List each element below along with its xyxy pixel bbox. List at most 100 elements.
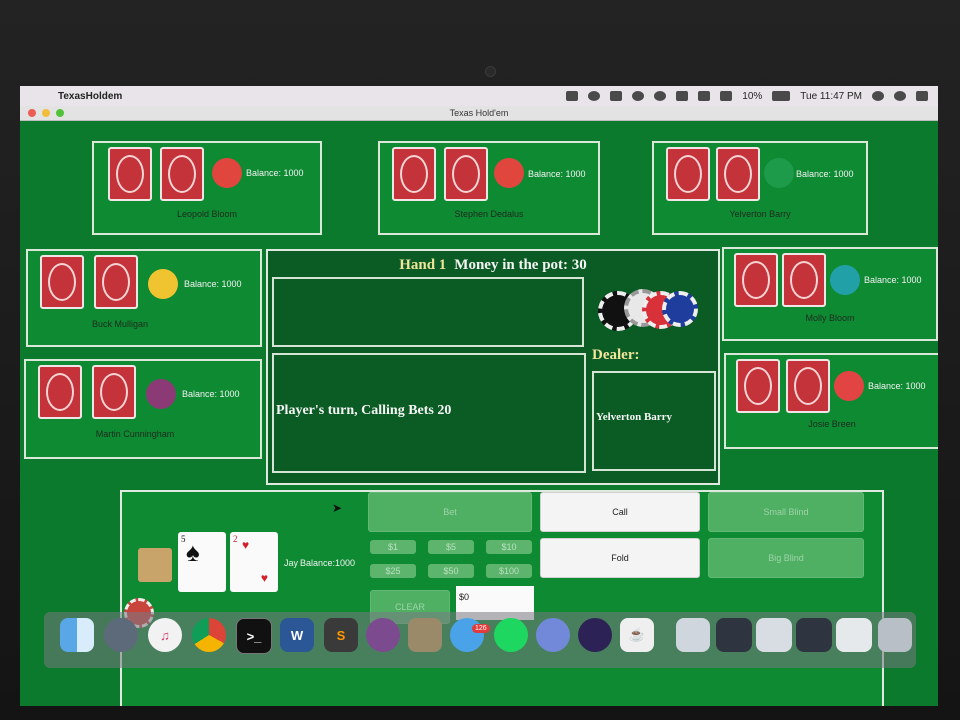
- close-window-button[interactable]: [28, 109, 36, 117]
- pot-amount: Money in the pot: 30: [454, 257, 587, 273]
- launchpad-icon[interactable]: [104, 618, 138, 652]
- face-down-card: [160, 147, 204, 201]
- face-down-card: [94, 255, 138, 309]
- balance-label: Balance: 1000: [184, 279, 242, 289]
- center-info-panel: Hand 1 Money in the pot: 30 Player's turn…: [266, 249, 720, 485]
- man-avatar-icon: [146, 379, 176, 409]
- fold-button[interactable]: Fold: [540, 538, 700, 578]
- messages-badge: 126: [472, 624, 490, 633]
- player-avatar: [138, 548, 172, 582]
- opponent-seat-1: Balance: 1000 Leopold Bloom: [92, 141, 322, 235]
- woman-avatar-icon: [830, 265, 860, 295]
- battery-percent[interactable]: 10%: [742, 91, 762, 102]
- notification-center-icon[interactable]: [916, 91, 928, 101]
- opponent-seat-5: Balance: 1000 Molly Bloom: [722, 247, 938, 341]
- face-down-card: [40, 255, 84, 309]
- spotify-icon[interactable]: [494, 618, 528, 652]
- status-icons: 10% Tue 11:47 PM: [566, 91, 928, 102]
- zoom-window-button[interactable]: [56, 109, 64, 117]
- face-down-card: [786, 359, 830, 413]
- call-button[interactable]: Call: [540, 492, 700, 532]
- heart-icon: ♥: [242, 538, 250, 552]
- user-icon[interactable]: [894, 91, 906, 101]
- balance-label: Balance: 1000: [528, 169, 586, 179]
- small-blind-button[interactable]: Small Blind: [708, 492, 864, 532]
- bluetooth-icon[interactable]: [676, 91, 689, 101]
- player-panel: 5 ♠ 2 ♥ ♥ Jay Balance:1000 Bet Call Smal…: [120, 490, 884, 706]
- chip-100-button[interactable]: $100: [486, 564, 532, 578]
- face-down-card: [716, 147, 760, 201]
- player-name: Molly Bloom: [805, 313, 855, 323]
- clock[interactable]: Tue 11:47 PM: [800, 91, 862, 102]
- history-icon[interactable]: [632, 91, 645, 101]
- window-thumb-icon[interactable]: [716, 618, 752, 652]
- finder-icon[interactable]: [60, 618, 94, 652]
- player-name: Yelverton Barry: [729, 209, 791, 219]
- face-down-card: [666, 147, 710, 201]
- player-name: Stephen Dedalus: [454, 209, 524, 219]
- window-title: Texas Hold'em: [449, 108, 509, 118]
- player-name: Jay: [284, 558, 299, 568]
- app-menu-name[interactable]: TexasHoldem: [58, 91, 122, 102]
- chip-1-button[interactable]: $1: [370, 540, 416, 554]
- eclipse-icon[interactable]: [578, 618, 612, 652]
- window-thumb-icon[interactable]: [836, 618, 872, 652]
- archive-icon[interactable]: [676, 618, 710, 652]
- player-name: Martin Cunningham: [95, 429, 175, 439]
- chip-5-button[interactable]: $5: [428, 540, 474, 554]
- opponent-seat-6: Balance: 1000 Martin Cunningham: [24, 359, 262, 459]
- balance-label: Balance: 1000: [796, 169, 854, 179]
- opponent-seat-4: Balance: 1000 Buck Mulligan: [26, 249, 262, 347]
- face-down-card: [444, 147, 488, 201]
- spotlight-icon[interactable]: [872, 91, 884, 101]
- face-down-card: [392, 147, 436, 201]
- itunes-icon[interactable]: ♫: [148, 618, 182, 652]
- app-status-icon[interactable]: [610, 91, 623, 101]
- player-card-1: 5 ♠: [178, 532, 226, 592]
- player-name: Josie Breen: [808, 419, 856, 429]
- face-down-card: [736, 359, 780, 413]
- keychain-icon[interactable]: [408, 618, 442, 652]
- balance-label: Balance: 1000: [868, 381, 926, 391]
- github-icon[interactable]: [366, 618, 400, 652]
- captain-avatar-icon: [834, 371, 864, 401]
- window-titlebar: Texas Hold'em: [20, 106, 938, 121]
- menubar: TexasHoldem 10% Tue 11:47 PM: [20, 86, 938, 106]
- big-blind-button[interactable]: Big Blind: [708, 538, 864, 578]
- opponent-seat-2: Balance: 1000 Stephen Dedalus: [378, 141, 600, 235]
- chrome-icon[interactable]: [192, 618, 226, 652]
- word-icon[interactable]: W: [280, 618, 314, 652]
- terminal-icon[interactable]: >_: [236, 618, 272, 654]
- bet-button[interactable]: Bet: [368, 492, 532, 532]
- window-thumb-icon[interactable]: [756, 618, 792, 652]
- battery-icon[interactable]: [772, 91, 791, 101]
- spade-icon: ♠: [186, 538, 200, 567]
- chip-10-button[interactable]: $10: [486, 540, 532, 554]
- opponent-seat-3: Balance: 1000 Yelverton Barry: [652, 141, 868, 235]
- trash-icon[interactable]: [878, 618, 912, 652]
- mouse-cursor-icon: ➤: [332, 501, 343, 515]
- discord-icon[interactable]: [536, 618, 570, 652]
- dropbox-icon[interactable]: [566, 91, 579, 101]
- balance-label: Balance: 1000: [246, 168, 304, 178]
- balance-label: Balance: 1000: [182, 389, 240, 399]
- chip-50-button[interactable]: $50: [428, 564, 474, 578]
- player-balance: Balance:1000: [300, 558, 356, 568]
- wolverine-avatar-icon: [148, 269, 178, 299]
- sync-icon[interactable]: [588, 91, 601, 101]
- dealer-box: Yelverton Barry: [592, 371, 716, 471]
- opponent-seat-7: Balance: 1000 Josie Breen: [724, 353, 938, 449]
- player-card-2: 2 ♥ ♥: [230, 532, 278, 592]
- volume-icon[interactable]: [720, 91, 733, 101]
- face-down-card: [734, 253, 778, 307]
- minimize-window-button[interactable]: [42, 109, 50, 117]
- dealer-name: Yelverton Barry: [596, 411, 673, 423]
- hand-header: Hand 1 Money in the pot: 30: [268, 257, 718, 274]
- time-machine-icon[interactable]: [654, 91, 667, 101]
- wifi-icon[interactable]: [698, 91, 711, 101]
- java-icon[interactable]: ☕: [620, 618, 654, 652]
- window-thumb-icon[interactable]: [796, 618, 832, 652]
- chip-25-button[interactable]: $25: [370, 564, 416, 578]
- camera: [485, 66, 496, 77]
- sublime-icon[interactable]: S: [324, 618, 358, 652]
